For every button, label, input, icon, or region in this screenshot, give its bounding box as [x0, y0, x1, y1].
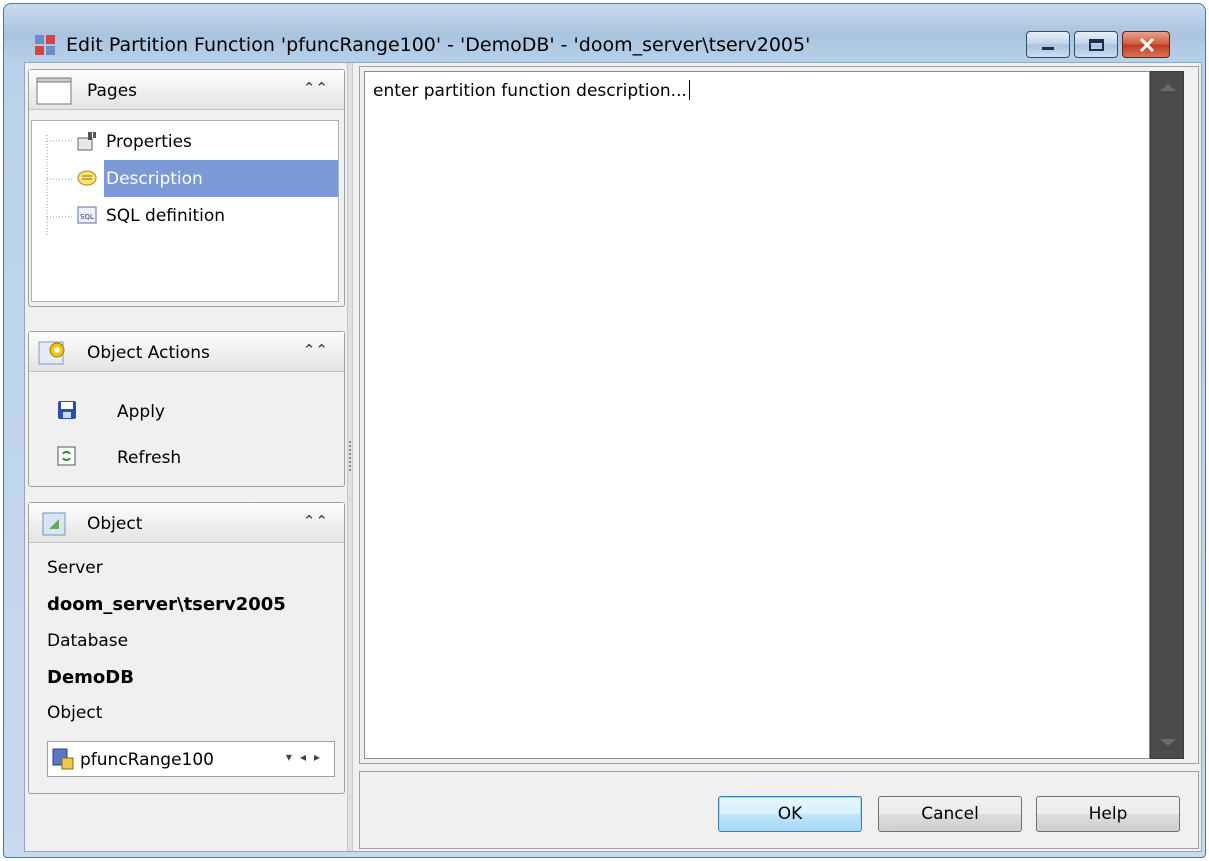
cancel-button[interactable]: Cancel — [878, 796, 1022, 832]
splitter-grip[interactable] — [349, 441, 351, 471]
gears-icon — [38, 341, 65, 365]
page-item-label: Properties — [106, 132, 192, 152]
close-icon — [1139, 37, 1155, 53]
description-text[interactable]: enter partition function description... — [373, 80, 690, 101]
maximize-icon — [1089, 39, 1104, 51]
minimize-button[interactable] — [1026, 31, 1070, 58]
help-button[interactable]: Help — [1036, 796, 1180, 832]
object-actions-group: Object Actions ⌃⌃ Apply Refresh — [28, 331, 345, 487]
minimize-icon — [1042, 47, 1054, 50]
pages-tree: Properties Description SQL SQL definitio… — [31, 120, 339, 302]
object-header[interactable]: Object ⌃⌃ — [29, 503, 344, 543]
save-icon — [58, 401, 76, 419]
description-icon — [77, 170, 97, 186]
vertical-scrollbar[interactable] — [1150, 71, 1184, 759]
object-selector[interactable]: pfuncRange100 ▾◂▸ — [47, 741, 335, 777]
pages-header[interactable]: Pages ⌃⌃ — [29, 70, 344, 110]
sql-icon: SQL — [77, 206, 97, 224]
server-label: Server — [47, 558, 103, 578]
app-icon — [35, 35, 55, 55]
edit-partition-function-window: Edit Partition Function 'pfuncRange100' … — [3, 3, 1206, 858]
pages-group: Pages ⌃⌃ Properties Description SQL SQL … — [28, 69, 345, 307]
scroll-down-icon[interactable] — [1160, 739, 1176, 746]
page-item-label: Description — [106, 169, 203, 189]
object-title: Object — [87, 514, 143, 534]
client-area: Pages ⌃⌃ Properties Description SQL SQL … — [24, 62, 1202, 852]
maximize-button[interactable] — [1074, 31, 1118, 58]
panel-splitter[interactable] — [347, 63, 353, 851]
svg-text:SQL: SQL — [80, 213, 94, 221]
object-group: Object ⌃⌃ Server doom_server\tserv2005 D… — [28, 502, 345, 794]
refresh-label: Refresh — [117, 448, 182, 468]
window-title: Edit Partition Function 'pfuncRange100' … — [66, 34, 811, 56]
object-icon — [42, 512, 66, 536]
properties-icon — [77, 132, 96, 151]
description-editor-container: enter partition function description... — [359, 66, 1199, 764]
collapse-object-icon[interactable]: ⌃⌃ — [303, 512, 328, 530]
apply-label: Apply — [117, 402, 165, 422]
collapse-actions-icon[interactable]: ⌃⌃ — [303, 341, 328, 359]
refresh-icon — [57, 446, 76, 466]
dialog-footer: OK Cancel Help — [359, 771, 1199, 849]
object-actions-header[interactable]: Object Actions ⌃⌃ — [29, 332, 344, 372]
database-label: Database — [47, 631, 129, 651]
collapse-pages-icon[interactable]: ⌃⌃ — [303, 79, 328, 97]
object-selector-value: pfuncRange100 — [80, 750, 214, 770]
object-label: Object — [47, 703, 103, 723]
pages-title: Pages — [87, 81, 138, 101]
page-item-description[interactable]: Description — [32, 160, 338, 197]
text-caret — [688, 80, 690, 100]
page-item-properties[interactable]: Properties — [32, 123, 338, 160]
object-nav-arrows[interactable]: ▾◂▸ — [286, 750, 328, 764]
page-item-label: SQL definition — [106, 206, 226, 226]
refresh-action[interactable]: Refresh — [49, 442, 329, 472]
ok-button[interactable]: OK — [718, 796, 862, 832]
partition-function-icon — [52, 748, 74, 770]
close-button[interactable] — [1122, 31, 1170, 58]
left-panel: Pages ⌃⌃ Properties Description SQL SQL … — [25, 63, 347, 851]
title-bar[interactable]: Edit Partition Function 'pfuncRange100' … — [4, 4, 1205, 62]
object-actions-title: Object Actions — [87, 343, 210, 363]
pages-icon — [36, 77, 72, 105]
description-editor[interactable]: enter partition function description... — [364, 71, 1150, 759]
server-value: doom_server\tserv2005 — [47, 594, 286, 615]
page-item-sql-definition[interactable]: SQL SQL definition — [32, 197, 338, 234]
scroll-up-icon[interactable] — [1160, 84, 1176, 91]
apply-action[interactable]: Apply — [49, 396, 329, 426]
database-value: DemoDB — [47, 667, 134, 688]
